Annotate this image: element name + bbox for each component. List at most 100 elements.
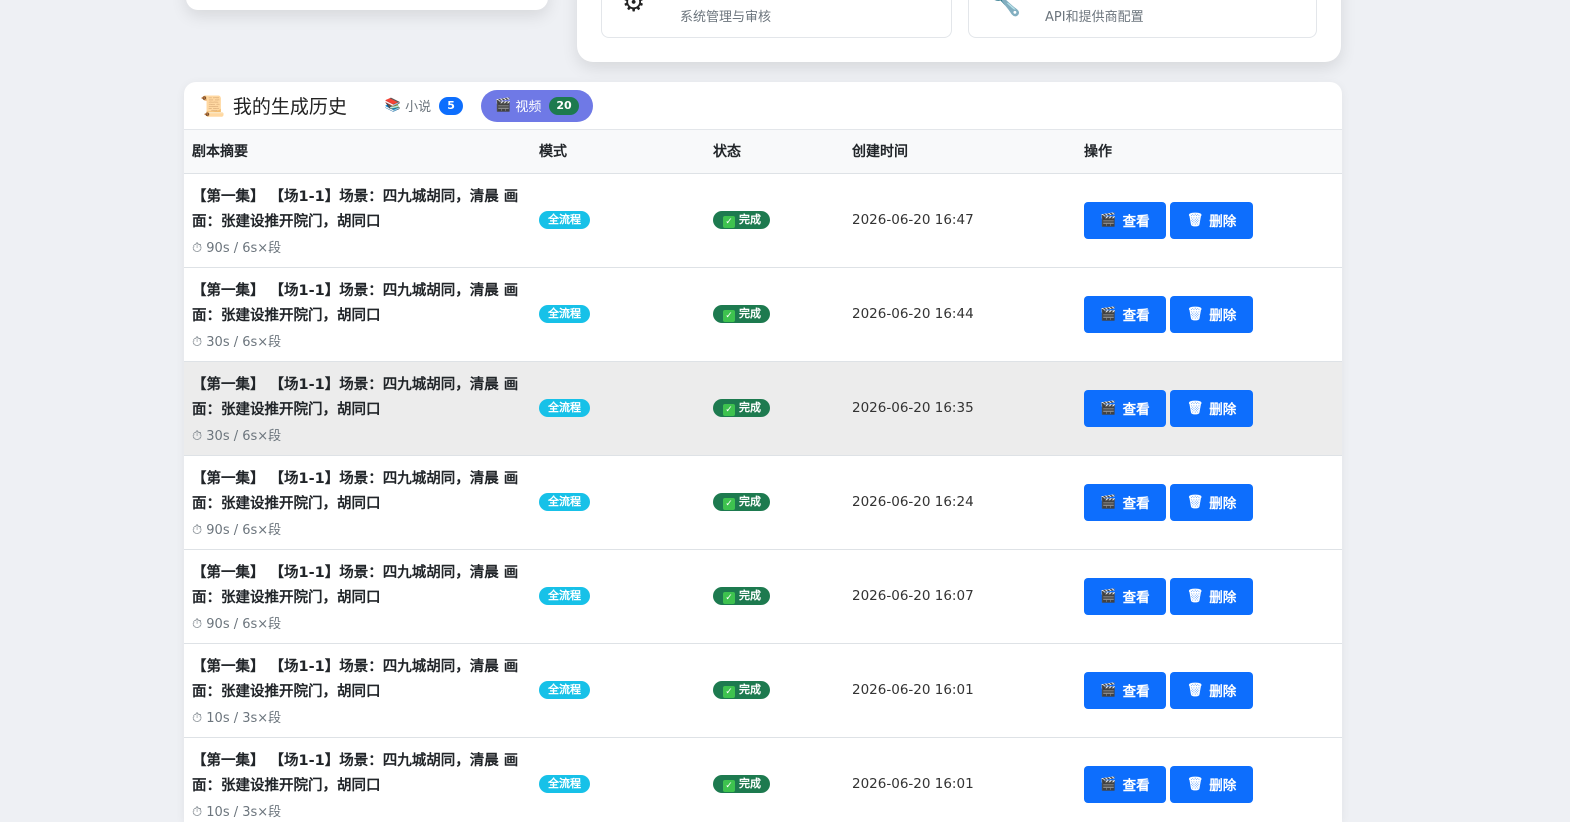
created-time: 2026-06-20 16:35 [852,400,974,416]
checkmark-icon: ✓ [723,404,735,416]
checkmark-icon: ✓ [723,216,735,228]
delete-button[interactable]: 🗑 删除 [1170,577,1253,615]
status-badge: ✓ 完成 [713,681,770,699]
checkmark-icon: ✓ [723,592,735,604]
wrench-icon: 🔧 [989,0,1022,18]
cell-created: 2026-06-20 16:44 [844,267,1076,362]
cell-summary: 【第一集】 【场1-1】场景：四九城胡同，清晨 画面：张建设推开院门，胡同口 ⏱… [184,643,531,738]
cell-mode: 全流程 [531,173,705,268]
view-button[interactable]: 🎬 查看 [1084,201,1166,239]
system-admin-card[interactable]: ⚙ 系统管理与审核 [601,0,952,38]
delete-button-label: 删除 [1209,778,1237,794]
script-summary: 【第一集】 【场1-1】场景：四九城胡同，清晨 画面：张建设推开院门，胡同口 [192,752,519,794]
status-badge: ✓ 完成 [713,399,770,417]
view-button-label: 查看 [1122,496,1150,512]
cell-created: 2026-06-20 16:35 [844,361,1076,456]
cell-summary: 【第一集】 【场1-1】场景：四九城胡同，清晨 画面：张建设推开院门，胡同口 ⏱… [184,361,531,456]
delete-button[interactable]: 🗑 删除 [1170,389,1253,427]
delete-button-label: 删除 [1209,684,1237,700]
cell-mode: 全流程 [531,737,705,822]
view-button-label: 查看 [1122,402,1150,418]
cell-actions: 🎬 查看 🗑 删除 [1076,643,1342,738]
cell-actions: 🎬 查看 🗑 删除 [1076,455,1342,550]
cell-actions: 🎬 查看 🗑 删除 [1076,737,1342,822]
mode-badge: 全流程 [539,493,590,511]
clapper-icon: 🎬 [1100,306,1117,322]
tab-video[interactable]: 🎬 视频 20 [481,89,593,122]
delete-button[interactable]: 🗑 删除 [1170,671,1253,709]
duration-meta: ⏱ 90s / 6s×段 [192,240,282,256]
cell-mode: 全流程 [531,361,705,456]
delete-button[interactable]: 🗑 删除 [1170,483,1253,521]
status-label: 完成 [739,589,761,602]
script-summary: 【第一集】 【场1-1】场景：四九城胡同，清晨 画面：张建设推开院门，胡同口 [192,188,519,230]
status-label: 完成 [739,777,761,790]
delete-button-label: 删除 [1209,402,1237,418]
cell-created: 2026-06-20 16:24 [844,455,1076,550]
api-config-card[interactable]: 🔧 API和提供商配置 [968,0,1317,38]
delete-button[interactable]: 🗑 删除 [1170,765,1253,803]
mode-badge: 全流程 [539,681,590,699]
system-admin-desc: 系统管理与审核 [680,10,772,25]
cell-mode: 全流程 [531,549,705,644]
cell-summary: 【第一集】 【场1-1】场景：四九城胡同，清晨 画面：张建设推开院门，胡同口 ⏱… [184,267,531,362]
history-title: 📜 我的生成历史 [200,92,347,119]
cell-summary: 【第一集】 【场1-1】场景：四九城胡同，清晨 画面：张建设推开院门，胡同口 ⏱… [184,455,531,550]
status-badge: ✓ 完成 [713,493,770,511]
status-label: 完成 [739,307,761,320]
delete-button-label: 删除 [1209,590,1237,606]
tab-novel[interactable]: 📚 小说 5 [377,90,477,122]
cell-actions: 🎬 查看 🗑 删除 [1076,361,1342,456]
trash-icon: 🗑 [1186,212,1204,228]
clapper-icon: 🎬 [1100,682,1117,698]
trash-icon: 🗑 [1186,776,1204,792]
clapper-icon: 🎬 [1100,776,1117,792]
view-button-label: 查看 [1122,778,1150,794]
cell-mode: 全流程 [531,267,705,362]
cell-created: 2026-06-20 16:47 [844,173,1076,268]
tab-video-label: 视频 [515,100,542,115]
generation-history-panel: 📜 我的生成历史 📚 小说 5 🎬 视频 20 剧本摘要 模式 状态 创建时间 … [184,82,1342,822]
delete-button[interactable]: 🗑 删除 [1170,295,1253,333]
delete-button-label: 删除 [1209,496,1237,512]
cell-created: 2026-06-20 16:07 [844,549,1076,644]
cell-actions: 🎬 查看 🗑 删除 [1076,267,1342,362]
table-row: 【第一集】 【场1-1】场景：四九城胡同，清晨 画面：张建设推开院门，胡同口 ⏱… [184,361,1342,456]
cell-status: ✓ 完成 [705,455,844,550]
view-button-label: 查看 [1122,308,1150,324]
duration-meta: ⏱ 30s / 6s×段 [192,334,282,350]
view-button[interactable]: 🎬 查看 [1084,671,1166,709]
cell-status: ✓ 完成 [705,643,844,738]
column-header-status: 状态 [705,130,844,174]
delete-button[interactable]: 🗑 删除 [1170,201,1253,239]
mode-badge: 全流程 [539,775,590,793]
script-summary: 【第一集】 【场1-1】场景：四九城胡同，清晨 画面：张建设推开院门，胡同口 [192,564,519,606]
view-button[interactable]: 🎬 查看 [1084,577,1166,615]
view-button[interactable]: 🎬 查看 [1084,765,1166,803]
table-row: 【第一集】 【场1-1】场景：四九城胡同，清晨 画面：张建设推开院门，胡同口 ⏱… [184,549,1342,644]
gear-icon: ⚙ [622,0,646,18]
view-button[interactable]: 🎬 查看 [1084,389,1166,427]
view-button-label: 查看 [1122,214,1150,230]
mode-badge: 全流程 [539,305,590,323]
table-row: 【第一集】 【场1-1】场景：四九城胡同，清晨 画面：张建设推开院门，胡同口 ⏱… [184,267,1342,362]
cell-created: 2026-06-20 16:01 [844,737,1076,822]
duration-meta: ⏱ 10s / 3s×段 [192,710,282,726]
cell-mode: 全流程 [531,455,705,550]
checkmark-icon: ✓ [723,498,735,510]
view-button[interactable]: 🎬 查看 [1084,483,1166,521]
view-button[interactable]: 🎬 查看 [1084,295,1166,333]
created-time: 2026-06-20 16:01 [852,682,974,698]
cell-status: ✓ 完成 [705,173,844,268]
created-time: 2026-06-20 16:47 [852,212,974,228]
left-card [186,0,548,10]
trash-icon: 🗑 [1186,588,1204,604]
script-summary: 【第一集】 【场1-1】场景：四九城胡同，清晨 画面：张建设推开院门，胡同口 [192,658,519,700]
status-badge: ✓ 完成 [713,305,770,323]
history-title-text: 我的生成历史 [232,96,347,118]
cell-summary: 【第一集】 【场1-1】场景：四九城胡同，清晨 画面：张建设推开院门，胡同口 ⏱… [184,549,531,644]
mode-badge: 全流程 [539,399,590,417]
duration-meta: ⏱ 90s / 6s×段 [192,616,282,632]
table-row: 【第一集】 【场1-1】场景：四九城胡同，清晨 画面：张建设推开院门，胡同口 ⏱… [184,173,1342,268]
created-time: 2026-06-20 16:24 [852,494,974,510]
